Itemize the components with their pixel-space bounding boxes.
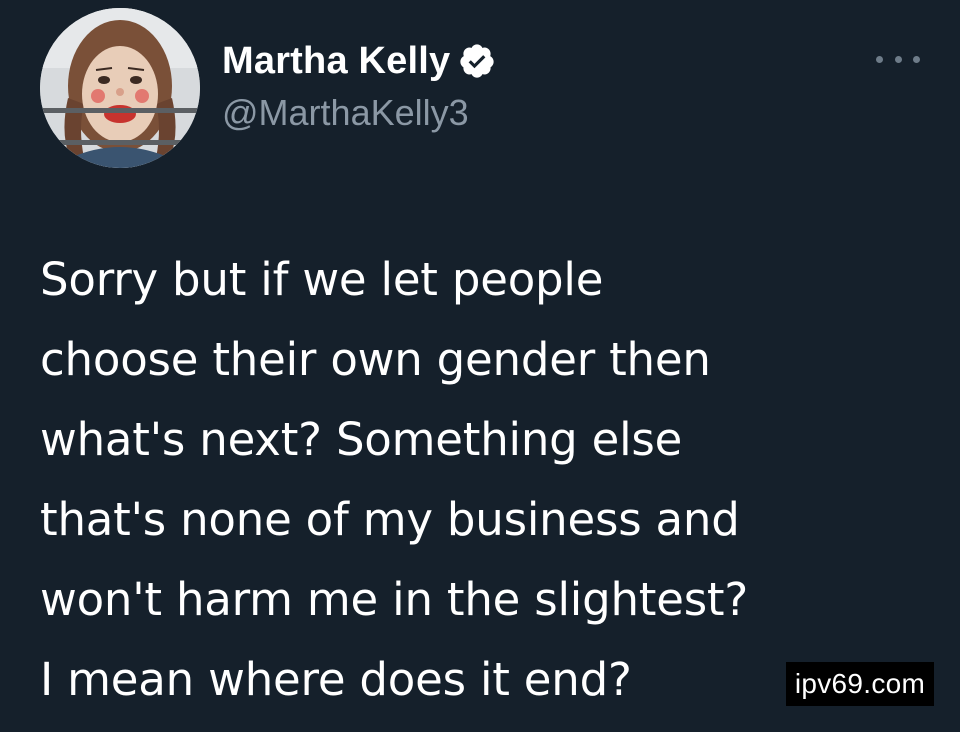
display-name[interactable]: Martha Kelly	[222, 40, 450, 83]
tweet-text: Sorry but if we let people choose their …	[40, 253, 749, 706]
avatar[interactable]	[40, 8, 200, 168]
author-name-row[interactable]: Martha Kelly	[222, 36, 496, 86]
verified-badge-icon	[458, 42, 496, 80]
dot-icon	[894, 55, 902, 63]
more-options-icon[interactable]	[876, 44, 920, 74]
tweet-card: Martha Kelly @MarthaKelly3 Sorry but if …	[0, 0, 960, 732]
author-handle[interactable]: @MarthaKelly3	[222, 92, 469, 134]
watermark: ipv69.com	[786, 662, 934, 706]
dot-icon	[913, 55, 920, 63]
dot-icon	[876, 55, 883, 63]
profile-photo-icon	[40, 8, 200, 168]
